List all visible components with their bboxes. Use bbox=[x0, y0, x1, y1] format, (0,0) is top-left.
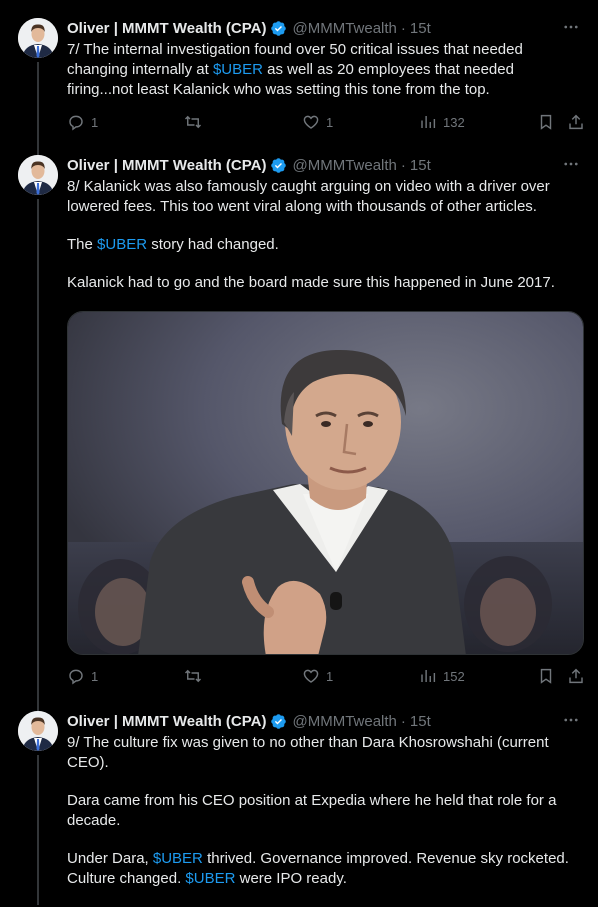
bookmark-button[interactable] bbox=[537, 112, 555, 132]
cashtag-link[interactable]: $UBER bbox=[185, 870, 235, 887]
cashtag-link[interactable]: $UBER bbox=[153, 850, 203, 867]
tweet-header: Oliver | MMMT Wealth (CPA) @MMMTwealth ·… bbox=[67, 18, 431, 38]
author-handle[interactable]: @MMMTwealth bbox=[292, 157, 396, 174]
view-count: 132 bbox=[443, 114, 465, 130]
tweet-text-segment: story had changed. bbox=[147, 236, 279, 253]
bookmark-button[interactable] bbox=[537, 666, 555, 686]
tweet-photo[interactable] bbox=[67, 311, 584, 655]
like-count: 1 bbox=[326, 114, 334, 130]
author-name[interactable]: Oliver | MMMT Wealth (CPA) bbox=[67, 713, 266, 730]
photo-speaker-on-stage bbox=[68, 312, 583, 654]
tweet-9[interactable]: Oliver | MMMT Wealth (CPA) @MMMTwealth ·… bbox=[0, 711, 598, 905]
retweet-button[interactable] bbox=[184, 112, 208, 132]
tweet-text-segment: 9/ The culture fix was given to no other… bbox=[67, 734, 549, 771]
separator-dot: · bbox=[400, 712, 406, 730]
bookmark-icon bbox=[540, 114, 552, 130]
author-handle[interactable]: @MMMTwealth bbox=[292, 713, 396, 730]
separator-dot: · bbox=[400, 19, 406, 37]
author-name[interactable]: Oliver | MMMT Wealth (CPA) bbox=[67, 20, 266, 37]
timestamp[interactable]: 15t bbox=[410, 713, 431, 730]
heart-icon bbox=[303, 669, 319, 683]
tweet-paragraph: Kalanick had to go and the board made su… bbox=[67, 273, 579, 293]
analytics-icon bbox=[421, 670, 436, 682]
verified-badge-icon bbox=[271, 713, 287, 729]
tweet-7[interactable]: Oliver | MMMT Wealth (CPA) @MMMTwealth ·… bbox=[0, 18, 598, 158]
tweet-paragraph: Dara came from his CEO position at Exped… bbox=[67, 791, 579, 831]
share-button[interactable] bbox=[567, 666, 585, 686]
timeline: Oliver | MMMT Wealth (CPA) @MMMTwealth ·… bbox=[0, 0, 598, 905]
avatar[interactable] bbox=[18, 155, 58, 195]
more-options-icon[interactable] bbox=[562, 18, 580, 36]
tweet-text-segment: Kalanick had to go and the board made su… bbox=[67, 274, 555, 291]
timestamp[interactable]: 15t bbox=[410, 157, 431, 174]
verified-badge-icon bbox=[271, 157, 287, 173]
retweet-button[interactable] bbox=[184, 666, 208, 686]
like-count: 1 bbox=[326, 668, 334, 684]
more-options-icon[interactable] bbox=[562, 711, 580, 729]
cashtag-link[interactable]: $UBER bbox=[213, 61, 263, 78]
author-name[interactable]: Oliver | MMMT Wealth (CPA) bbox=[67, 157, 266, 174]
retweet-icon bbox=[184, 115, 202, 129]
tweet-text-segment: Under Dara, bbox=[67, 850, 153, 867]
verified-badge-icon bbox=[271, 20, 287, 36]
tweet-paragraph: 8/ Kalanick was also famously caught arg… bbox=[67, 177, 579, 217]
reply-count: 1 bbox=[91, 114, 99, 130]
author-handle[interactable]: @MMMTwealth bbox=[292, 20, 396, 37]
like-button[interactable]: 1 bbox=[302, 112, 333, 132]
views-button[interactable]: 132 bbox=[419, 112, 465, 132]
tweet-paragraph: 7/ The internal investigation found over… bbox=[67, 40, 579, 100]
reply-icon bbox=[69, 115, 83, 131]
tweet-paragraph: The $UBER story had changed. bbox=[67, 235, 579, 255]
reply-count: 1 bbox=[91, 668, 99, 684]
share-button[interactable] bbox=[567, 112, 585, 132]
analytics-icon bbox=[421, 116, 436, 128]
more-options-icon[interactable] bbox=[562, 155, 580, 173]
tweet-8[interactable]: Oliver | MMMT Wealth (CPA) @MMMTwealth ·… bbox=[0, 155, 598, 712]
tweet-paragraph: 9/ The culture fix was given to no other… bbox=[67, 733, 579, 773]
view-count: 152 bbox=[443, 668, 465, 684]
tweet-text: 7/ The internal investigation found over… bbox=[67, 40, 579, 118]
tweet-text-segment: The bbox=[67, 236, 98, 253]
thread-line bbox=[37, 199, 39, 712]
views-button[interactable]: 152 bbox=[419, 666, 465, 686]
tweet-actions: 1 1 152 bbox=[67, 666, 585, 686]
avatar[interactable] bbox=[18, 711, 58, 751]
tweet-text: 9/ The culture fix was given to no other… bbox=[67, 733, 579, 907]
timestamp[interactable]: 15t bbox=[410, 20, 431, 37]
tweet-text: 8/ Kalanick was also famously caught arg… bbox=[67, 177, 579, 311]
tweet-header: Oliver | MMMT Wealth (CPA) @MMMTwealth ·… bbox=[67, 711, 431, 731]
bookmark-icon bbox=[540, 668, 552, 684]
tweet-actions: 1 1 132 bbox=[67, 112, 585, 132]
tweet-paragraph: Under Dara, $UBER thrived. Governance im… bbox=[67, 849, 579, 889]
tweet-text-segment: 8/ Kalanick was also famously caught arg… bbox=[67, 178, 550, 215]
share-icon bbox=[569, 668, 583, 684]
separator-dot: · bbox=[400, 156, 406, 174]
tweet-text-segment: were IPO ready. bbox=[235, 870, 347, 887]
thread-line bbox=[37, 62, 39, 158]
reply-icon bbox=[69, 669, 83, 685]
share-icon bbox=[569, 114, 583, 130]
heart-icon bbox=[303, 115, 319, 129]
reply-button[interactable]: 1 bbox=[67, 666, 98, 686]
retweet-icon bbox=[184, 669, 202, 683]
tweet-header: Oliver | MMMT Wealth (CPA) @MMMTwealth ·… bbox=[67, 155, 431, 175]
tweet-text-segment: Dara came from his CEO position at Exped… bbox=[67, 792, 557, 829]
avatar[interactable] bbox=[18, 18, 58, 58]
like-button[interactable]: 1 bbox=[302, 666, 333, 686]
cashtag-link[interactable]: $UBER bbox=[97, 236, 147, 253]
thread-line bbox=[37, 755, 39, 905]
reply-button[interactable]: 1 bbox=[67, 112, 98, 132]
